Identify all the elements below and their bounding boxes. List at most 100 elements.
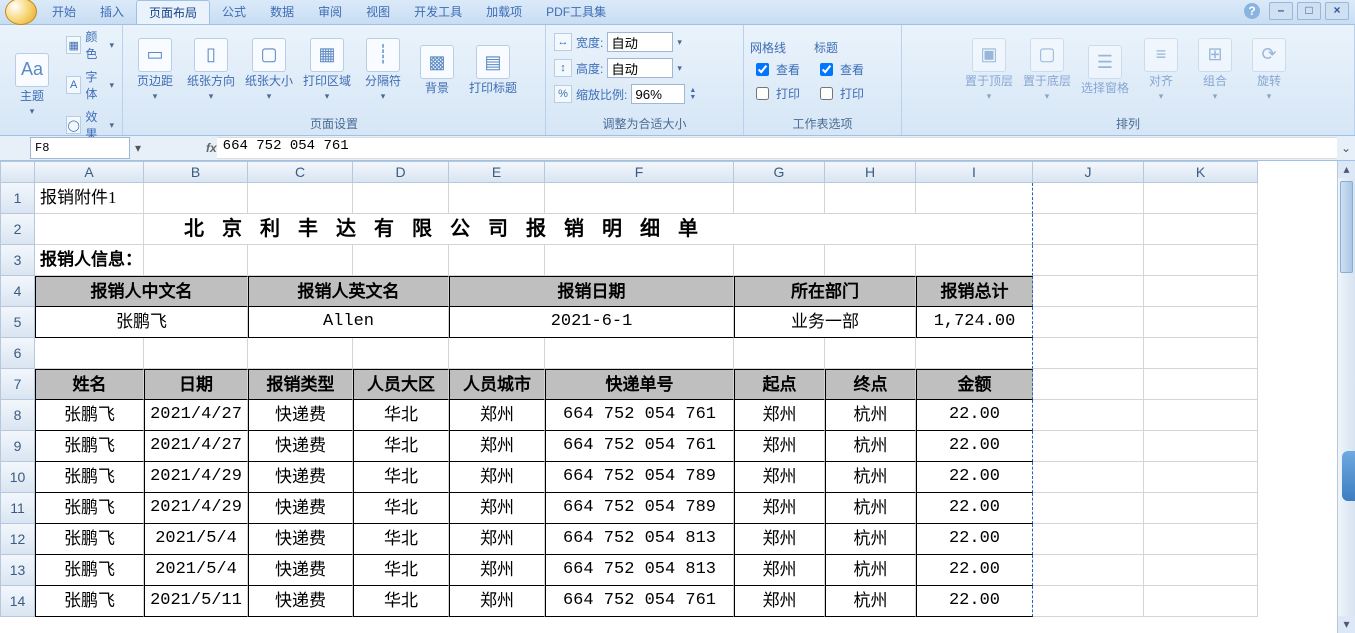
cell[interactable] <box>1144 307 1258 338</box>
cell[interactable] <box>449 338 545 369</box>
tab-加载项[interactable]: 加载项 <box>474 0 534 24</box>
cell[interactable]: 2021-6-1 <box>449 307 734 338</box>
cell[interactable]: 金额 <box>916 369 1033 400</box>
cell[interactable]: 郑州 <box>449 462 545 493</box>
cell[interactable]: 报销人英文名 <box>248 276 449 307</box>
tab-公式[interactable]: 公式 <box>210 0 258 24</box>
tab-PDF工具集[interactable]: PDF工具集 <box>534 0 618 24</box>
cell[interactable] <box>1144 214 1258 245</box>
cell[interactable]: 22.00 <box>916 586 1033 617</box>
cell[interactable] <box>449 245 545 276</box>
cell[interactable] <box>1033 214 1144 245</box>
cell[interactable] <box>248 338 353 369</box>
cell[interactable] <box>1144 369 1258 400</box>
cell[interactable]: 2021/4/27 <box>144 431 248 462</box>
row-header-7[interactable]: 7 <box>0 369 35 400</box>
cell[interactable] <box>916 245 1033 276</box>
cell[interactable] <box>144 183 248 214</box>
row-header-1[interactable]: 1 <box>0 183 35 214</box>
tab-数据[interactable]: 数据 <box>258 0 306 24</box>
minimize-button[interactable]: – <box>1269 2 1293 20</box>
cell[interactable] <box>825 245 916 276</box>
cell[interactable] <box>825 183 916 214</box>
cell[interactable]: 华北 <box>353 462 449 493</box>
cell[interactable] <box>144 338 248 369</box>
cell[interactable]: 2021/5/11 <box>144 586 248 617</box>
cell[interactable] <box>1144 493 1258 524</box>
cell[interactable]: 业务一部 <box>734 307 916 338</box>
cell[interactable]: 664 752 054 761 <box>545 586 734 617</box>
cell[interactable]: 22.00 <box>916 493 1033 524</box>
cell[interactable]: Allen <box>248 307 449 338</box>
cell[interactable]: 郑州 <box>449 493 545 524</box>
grid-view-checkbox[interactable]: 查看 <box>750 59 802 80</box>
cell[interactable]: 郑州 <box>734 493 825 524</box>
cell[interactable]: 华北 <box>353 493 449 524</box>
cell[interactable]: 华北 <box>353 431 449 462</box>
theme-fonts-button[interactable]: A字体 ▾ <box>64 67 116 103</box>
scale-ratio-input[interactable] <box>631 84 685 104</box>
cell[interactable] <box>916 183 1033 214</box>
cell[interactable]: 张鹏飞 <box>35 524 144 555</box>
tab-开发工具[interactable]: 开发工具 <box>402 0 474 24</box>
cell[interactable] <box>1144 400 1258 431</box>
col-header-A[interactable]: A <box>35 161 144 183</box>
cell[interactable]: 张鹏飞 <box>35 307 248 338</box>
cell[interactable]: 杭州 <box>825 431 916 462</box>
cell[interactable] <box>1144 462 1258 493</box>
cell[interactable]: 报销人中文名 <box>35 276 248 307</box>
cell[interactable] <box>1144 183 1258 214</box>
background-button[interactable]: ▩背景 <box>411 43 463 97</box>
grid-print-checkbox[interactable]: 打印 <box>750 83 802 104</box>
cell[interactable] <box>1033 462 1144 493</box>
cell[interactable]: 张鹏飞 <box>35 586 144 617</box>
cell[interactable]: 22.00 <box>916 462 1033 493</box>
cell[interactable] <box>1033 431 1144 462</box>
cell[interactable] <box>248 183 353 214</box>
cell[interactable] <box>144 245 248 276</box>
col-header-D[interactable]: D <box>353 161 449 183</box>
cell[interactable]: 2021/5/4 <box>144 555 248 586</box>
fx-icon[interactable]: fx <box>206 141 217 155</box>
formula-input[interactable]: 664 752 054 761 <box>217 137 1337 159</box>
cell[interactable] <box>1033 183 1144 214</box>
report-title[interactable]: 北京利丰达有限公司报销明细单 <box>144 214 1033 245</box>
margins-button[interactable]: ▭页边距▾ <box>129 36 181 105</box>
cell[interactable]: 22.00 <box>916 524 1033 555</box>
cell[interactable]: 报销总计 <box>916 276 1033 307</box>
cell[interactable] <box>1144 276 1258 307</box>
cell[interactable] <box>1144 431 1258 462</box>
cell[interactable]: 664 752 054 789 <box>545 493 734 524</box>
row-header-12[interactable]: 12 <box>0 524 35 555</box>
cell[interactable]: 终点 <box>825 369 916 400</box>
cell[interactable] <box>1144 245 1258 276</box>
cell[interactable]: 华北 <box>353 524 449 555</box>
spinner-down-icon[interactable]: ▼ <box>689 94 696 101</box>
col-header-F[interactable]: F <box>545 161 734 183</box>
cell[interactable]: 快递费 <box>248 400 353 431</box>
cell[interactable]: 起点 <box>734 369 825 400</box>
tab-开始[interactable]: 开始 <box>40 0 88 24</box>
cell[interactable]: 664 752 054 813 <box>545 555 734 586</box>
cell[interactable]: 杭州 <box>825 586 916 617</box>
cell[interactable]: 杭州 <box>825 493 916 524</box>
cell[interactable] <box>1033 276 1144 307</box>
cell[interactable]: 杭州 <box>825 400 916 431</box>
cell[interactable] <box>1033 493 1144 524</box>
cell[interactable]: 22.00 <box>916 555 1033 586</box>
cell[interactable]: 快递费 <box>248 524 353 555</box>
orientation-button[interactable]: ▯纸张方向▾ <box>183 36 239 105</box>
cell[interactable] <box>1033 586 1144 617</box>
cell[interactable] <box>1033 245 1144 276</box>
scale-height-input[interactable] <box>607 58 673 78</box>
cell[interactable] <box>449 183 545 214</box>
cell[interactable]: 快递费 <box>248 462 353 493</box>
cell[interactable]: 664 752 054 761 <box>545 431 734 462</box>
help-icon[interactable]: ? <box>1244 3 1260 19</box>
cell[interactable] <box>916 338 1033 369</box>
cell[interactable]: 报销人信息： <box>35 245 144 276</box>
cell[interactable] <box>35 214 144 245</box>
row-header-4[interactable]: 4 <box>0 276 35 307</box>
scroll-thumb[interactable] <box>1340 181 1353 273</box>
cell[interactable]: 郑州 <box>734 586 825 617</box>
